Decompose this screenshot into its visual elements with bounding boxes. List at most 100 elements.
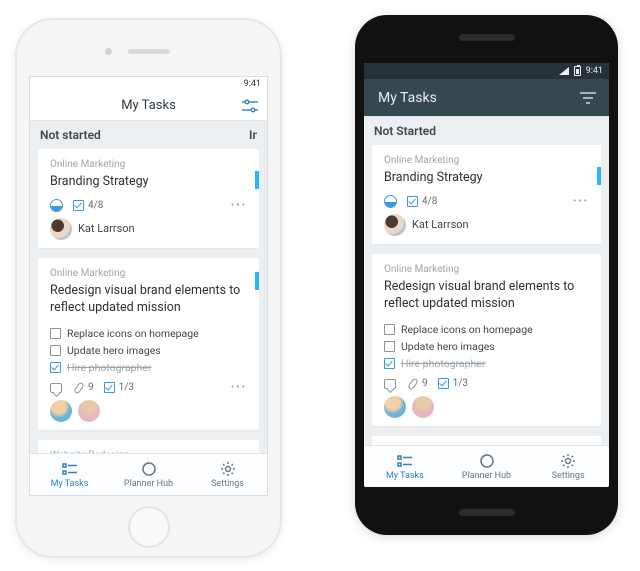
planner-hub-icon xyxy=(141,461,157,477)
checklist: Replace icons on homepage Update hero im… xyxy=(50,325,247,376)
category-tag xyxy=(255,272,259,290)
task-card[interactable]: Online Marketing xyxy=(372,436,601,445)
checklist-item-label: Update hero images xyxy=(67,344,161,357)
ios-tabbar: My Tasks Planner Hub Settings xyxy=(30,453,267,495)
signal-icon xyxy=(559,67,569,75)
pixel-screen: 9:41 My Tasks Not Started Online Marketi… xyxy=(364,63,609,487)
task-title: Redesign visual brand elements to reflec… xyxy=(50,283,247,317)
android-card-list[interactable]: Online Marketing Branding Strategy 4/8 •… xyxy=(364,145,609,445)
plan-name: Online Marketing xyxy=(384,264,589,275)
checklist-tab-icon xyxy=(397,453,413,469)
tab-label: Planner Hub xyxy=(124,479,173,489)
checklist-item[interactable]: Hire photographer xyxy=(384,355,589,372)
filter-icon[interactable] xyxy=(579,91,597,105)
tab-my-tasks[interactable]: My Tasks xyxy=(30,454,109,495)
checklist-count-text: 4/8 xyxy=(88,200,103,211)
checkbox-icon[interactable] xyxy=(50,362,61,373)
tab-label: My Tasks xyxy=(51,479,89,489)
android-status-bar: 9:41 xyxy=(364,63,609,79)
tab-planner-hub[interactable]: Planner Hub xyxy=(446,446,528,487)
checklist-item[interactable]: Replace icons on homepage xyxy=(384,321,589,338)
task-card[interactable]: Online Marketing Branding Strategy 4/8 •… xyxy=(372,145,601,244)
task-title: Redesign visual brand elements to reflec… xyxy=(384,279,589,313)
tab-my-tasks[interactable]: My Tasks xyxy=(364,446,446,487)
assignees xyxy=(384,396,589,418)
android-tabbar: My Tasks Planner Hub Settings xyxy=(364,445,609,487)
checkbox-icon[interactable] xyxy=(384,324,395,335)
checklist-icon xyxy=(407,196,418,207)
ios-column-header[interactable]: Not started In xyxy=(30,121,267,149)
checklist-icon xyxy=(438,378,449,389)
comments xyxy=(384,379,396,389)
battery-icon xyxy=(574,66,581,76)
task-meta: 9 1/3 ••• xyxy=(50,382,247,394)
attachment-count: 9 xyxy=(422,378,428,389)
task-title: Branding Strategy xyxy=(50,174,247,191)
task-card[interactable]: Website Redesign Include social media ta… xyxy=(38,440,259,453)
tab-settings[interactable]: Settings xyxy=(527,446,609,487)
tab-label: Settings xyxy=(552,471,585,481)
pixel-speaker xyxy=(459,34,515,41)
android-nav-title: My Tasks xyxy=(378,90,437,106)
tab-label: Planner Hub xyxy=(462,471,511,481)
checklist-count-text: 1/3 xyxy=(453,378,468,389)
task-meta: 4/8 ••• xyxy=(50,199,247,212)
tab-planner-hub[interactable]: Planner Hub xyxy=(109,454,188,495)
checklist-count: 1/3 xyxy=(438,378,468,389)
attachments: 9 xyxy=(72,382,94,394)
avatar[interactable] xyxy=(384,214,406,236)
assignees xyxy=(50,400,247,422)
checklist: Replace icons on homepage Update hero im… xyxy=(384,321,589,372)
avatar[interactable] xyxy=(78,400,100,422)
gear-icon xyxy=(560,453,576,469)
pixel-device: 9:41 My Tasks Not Started Online Marketi… xyxy=(355,15,618,535)
chat-icon xyxy=(384,379,396,389)
avatar[interactable] xyxy=(412,396,434,418)
gear-icon xyxy=(220,461,236,477)
avatar[interactable] xyxy=(50,400,72,422)
android-status-time: 9:41 xyxy=(586,66,603,76)
comments xyxy=(50,383,62,393)
more-icon[interactable]: ••• xyxy=(231,382,247,393)
assignees: Kat Larrson xyxy=(50,218,247,240)
tab-label: Settings xyxy=(211,479,244,489)
checklist-count-text: 1/3 xyxy=(119,382,134,393)
tab-settings[interactable]: Settings xyxy=(188,454,267,495)
more-icon[interactable]: ••• xyxy=(231,200,247,211)
checklist-item[interactable]: Replace icons on homepage xyxy=(50,325,247,342)
task-title: Branding Strategy xyxy=(384,170,589,187)
ios-nav-bar: My Tasks xyxy=(30,91,267,121)
task-card[interactable]: Online Marketing Redesign visual brand e… xyxy=(372,254,601,426)
android-column-header[interactable]: Not Started xyxy=(364,117,609,145)
checklist-item-label: Replace icons on homepage xyxy=(67,327,199,340)
more-icon[interactable]: ••• xyxy=(573,196,589,207)
android-nav-bar: My Tasks xyxy=(364,79,609,117)
checkbox-icon[interactable] xyxy=(50,345,61,356)
checklist-icon xyxy=(104,382,115,393)
android-screen-body: 9:41 My Tasks Not Started Online Marketi… xyxy=(364,63,609,445)
checkbox-icon[interactable] xyxy=(384,341,395,352)
checkbox-icon[interactable] xyxy=(384,358,395,369)
checklist-count: 4/8 xyxy=(407,196,437,207)
ios-screen-body: 9:41 My Tasks Not started In Online Mark… xyxy=(30,77,267,453)
checklist-item[interactable]: Update hero images xyxy=(384,338,589,355)
attachment-icon xyxy=(72,382,84,394)
iphone-screen: 9:41 My Tasks Not started In Online Mark… xyxy=(29,76,268,496)
filter-icon[interactable] xyxy=(241,99,259,113)
checklist-item[interactable]: Update hero images xyxy=(50,342,247,359)
iphone-device: 9:41 My Tasks Not started In Online Mark… xyxy=(15,18,282,558)
checkbox-icon[interactable] xyxy=(50,328,61,339)
checklist-item[interactable]: Hire photographer xyxy=(50,359,247,376)
ios-status-bar: 9:41 xyxy=(30,77,267,91)
iphone-home-button[interactable] xyxy=(128,506,170,548)
ios-card-list[interactable]: Online Marketing Branding Strategy 4/8 •… xyxy=(30,149,267,453)
avatar[interactable] xyxy=(384,396,406,418)
task-card[interactable]: Online Marketing Branding Strategy 4/8 •… xyxy=(38,149,259,248)
plan-name: Online Marketing xyxy=(384,155,589,166)
task-card[interactable]: Online Marketing Redesign visual brand e… xyxy=(38,258,259,430)
task-meta: 4/8 ••• xyxy=(384,195,589,208)
assignee-name: Kat Larrson xyxy=(412,218,469,231)
progress-indicator xyxy=(50,199,63,212)
avatar[interactable] xyxy=(50,218,72,240)
category-tag xyxy=(255,171,259,189)
